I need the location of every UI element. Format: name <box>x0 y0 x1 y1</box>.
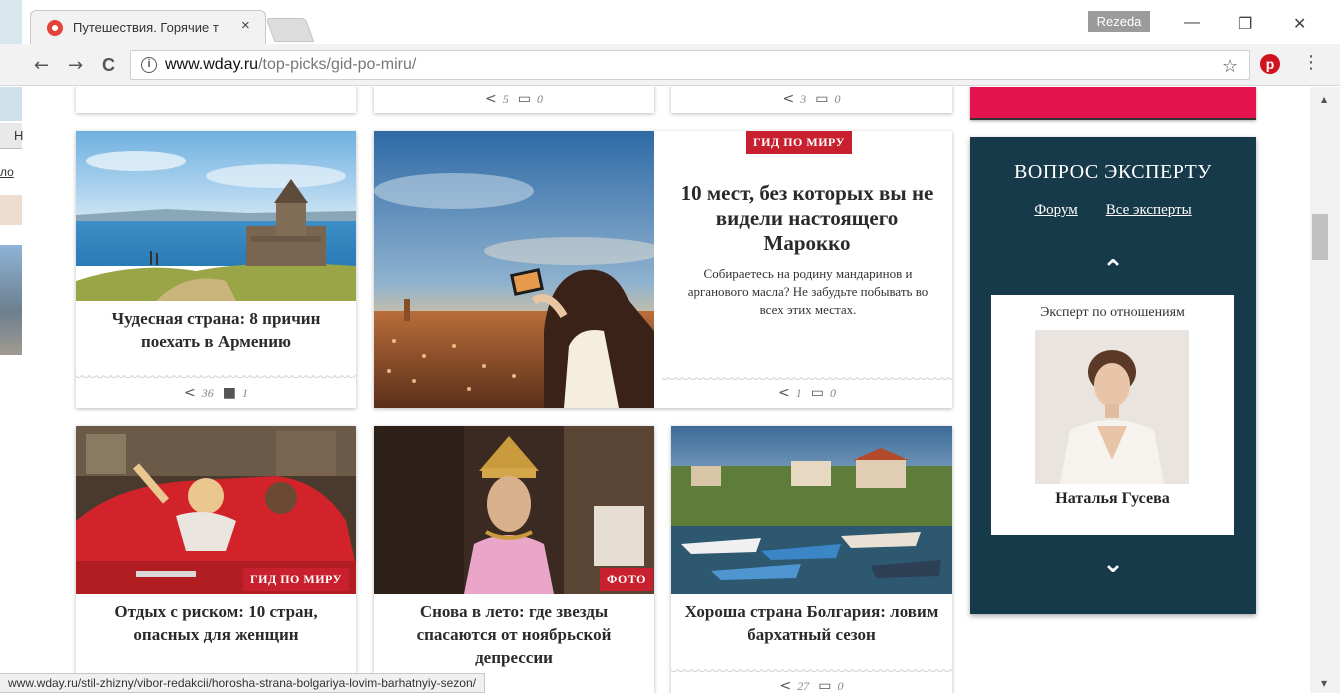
address-bar[interactable]: i www.wday.ru/top-picks/gid-po-miru/ <box>130 50 1250 80</box>
comment-count: 0 <box>829 386 836 400</box>
bookmark-star-icon[interactable]: ☆ <box>1222 56 1238 77</box>
title-bar: Путешествия. Горячие т × Rezeda — ❐ ✕ <box>0 0 1340 44</box>
ask-expert-widget: ВОПРОС ЭКСПЕРТУ Форум Все эксперты ⌃ Экс… <box>970 137 1256 614</box>
expert-role: Эксперт по отношениям <box>1040 305 1185 320</box>
share-icon[interactable]: < <box>780 678 792 693</box>
chevron-down-icon[interactable]: ⌄ <box>970 549 1256 579</box>
url-host: www.wday.ru <box>165 56 259 73</box>
site-info-icon[interactable]: i <box>141 57 157 73</box>
browser-menu-icon[interactable]: ⋮ <box>1302 52 1320 73</box>
share-count: 1 <box>795 386 802 400</box>
armenia-photo[interactable] <box>76 131 356 301</box>
status-bar-url: www.wday.ru/stil-zhizny/vibor-redakcii/h… <box>0 673 485 693</box>
wavy-divider <box>76 375 356 381</box>
card-title[interactable]: 10 мест, без которых вы не видели настоя… <box>674 181 940 256</box>
expert-card[interactable]: Эксперт по отношениям Наталья Гусева <box>991 295 1234 535</box>
comment-icon[interactable]: ▭ <box>818 678 831 693</box>
card-stats: <36 ■ 1 <box>76 385 356 401</box>
share-icon[interactable]: < <box>783 91 795 107</box>
card-description: Собираетесь на родину мандаринов и арган… <box>687 266 929 317</box>
close-window-icon[interactable]: ✕ <box>1293 14 1306 34</box>
comment-icon[interactable]: ■ <box>223 385 236 401</box>
widget-title: ВОПРОС ЭКСПЕРТУ <box>1014 161 1212 183</box>
sidebar-banner[interactable] <box>970 87 1256 120</box>
comment-icon[interactable]: ▭ <box>815 91 828 107</box>
reload-icon[interactable]: C <box>102 55 115 76</box>
page-viewport: Н ло <5 ▭ 0 <3 ▭ 0 Чудесная страна: 8 пр… <box>0 87 1340 693</box>
morocco-photo[interactable] <box>374 131 654 408</box>
chevron-up-icon[interactable]: ⌃ <box>970 255 1256 285</box>
forward-icon[interactable]: → <box>68 55 83 76</box>
address-url[interactable]: www.wday.ru/top-picks/gid-po-miru/ <box>165 56 416 74</box>
background-window-edge: Н ло <box>0 87 24 693</box>
site-favicon-icon <box>47 20 63 36</box>
minimize-icon[interactable]: — <box>1184 14 1200 32</box>
card-stats: <5 ▭ 0 <box>374 91 654 107</box>
share-count: 3 <box>800 92 807 106</box>
article-card-bulgaria[interactable]: Хороша страна Болгария: ловим бархатный … <box>671 426 952 693</box>
share-count: 27 <box>797 679 810 693</box>
widget-links: Форум Все эксперты <box>970 201 1256 219</box>
card-title[interactable]: Снова в лето: где звезды спасаются от но… <box>384 600 644 669</box>
card-title[interactable]: Отдых с риском: 10 стран, опасных для же… <box>86 600 346 646</box>
share-count: 5 <box>502 92 509 106</box>
bg-window-image <box>0 245 22 355</box>
expert-name[interactable]: Наталья Гусева <box>991 490 1234 508</box>
article-card-risk[interactable]: ГИД ПО МИРУ Отдых с риском: 10 стран, оп… <box>76 426 356 693</box>
expert-photo[interactable] <box>1035 330 1189 484</box>
scroll-down-icon[interactable]: ▼ <box>1321 679 1327 688</box>
tab-title: Путешествия. Горячие т <box>73 20 219 35</box>
article-card-partial[interactable]: <3 ▭ 0 <box>671 87 952 113</box>
browser-tab[interactable]: Путешествия. Горячие т × <box>30 10 266 44</box>
bg-window-block-2 <box>0 195 22 225</box>
comment-count: 0 <box>837 679 844 693</box>
browser-toolbar: ← → C i www.wday.ru/top-picks/gid-po-mir… <box>0 44 1340 86</box>
card-stats: <3 ▭ 0 <box>671 91 952 107</box>
article-card-morocco[interactable]: ГИД ПО МИРУ 10 мест, без которых вы не в… <box>374 131 952 408</box>
restore-icon[interactable]: ❐ <box>1238 14 1252 34</box>
profile-badge[interactable]: Rezeda <box>1088 11 1150 32</box>
card-title[interactable]: Чудесная страна: 8 причин поехать в Арме… <box>86 307 346 353</box>
harbor-photo[interactable] <box>671 426 952 594</box>
share-icon[interactable]: < <box>485 91 497 107</box>
background-window-strip <box>0 0 22 44</box>
category-badge[interactable]: ГИД ПО МИРУ <box>746 131 852 154</box>
scroll-up-icon[interactable]: ▲ <box>1321 95 1327 104</box>
article-card-partial[interactable]: <5 ▭ 0 <box>374 87 654 113</box>
share-icon[interactable]: < <box>184 385 196 401</box>
share-count: 36 <box>201 386 214 400</box>
comment-count: 0 <box>536 92 543 106</box>
pinterest-extension-icon[interactable]: p <box>1260 54 1280 74</box>
url-path: /top-picks/gid-po-miru/ <box>258 56 417 73</box>
share-icon[interactable]: < <box>778 385 790 401</box>
comment-icon[interactable]: ▭ <box>518 91 531 107</box>
new-tab-button[interactable] <box>265 18 315 42</box>
wavy-divider <box>671 669 952 675</box>
bg-window-letter: Н <box>14 128 24 143</box>
bg-window-block <box>0 87 22 121</box>
wavy-divider <box>662 377 952 383</box>
category-badge[interactable]: ФОТО <box>600 568 653 591</box>
article-card-summer[interactable]: ФОТО Снова в лето: где звезды спасаются … <box>374 426 654 693</box>
scroll-thumb[interactable] <box>1312 214 1328 260</box>
all-experts-link[interactable]: Все эксперты <box>1106 202 1192 218</box>
article-card-armenia[interactable]: Чудесная страна: 8 причин поехать в Арме… <box>76 131 356 408</box>
bg-window-button: Н <box>0 123 24 149</box>
card-title[interactable]: Хороша страна Болгария: ловим бархатный … <box>681 600 942 646</box>
comment-icon[interactable]: ▭ <box>811 385 824 401</box>
tab-close-icon[interactable]: × <box>241 17 250 34</box>
comment-count: 0 <box>834 92 841 106</box>
article-card-partial[interactable] <box>76 87 356 113</box>
bg-window-link: ло <box>0 165 14 179</box>
category-badge[interactable]: ГИД ПО МИРУ <box>243 568 349 591</box>
browser-chrome: Путешествия. Горячие т × Rezeda — ❐ ✕ ← … <box>0 0 1340 86</box>
back-icon[interactable]: ← <box>34 55 49 76</box>
card-stats: <27 ▭ 0 <box>671 678 952 693</box>
card-stats: <1 ▭ 0 <box>662 385 952 401</box>
page-scrollbar[interactable]: ▲ ▼ <box>1310 87 1340 693</box>
comment-count: 1 <box>241 386 248 400</box>
forum-link[interactable]: Форум <box>1034 202 1077 218</box>
